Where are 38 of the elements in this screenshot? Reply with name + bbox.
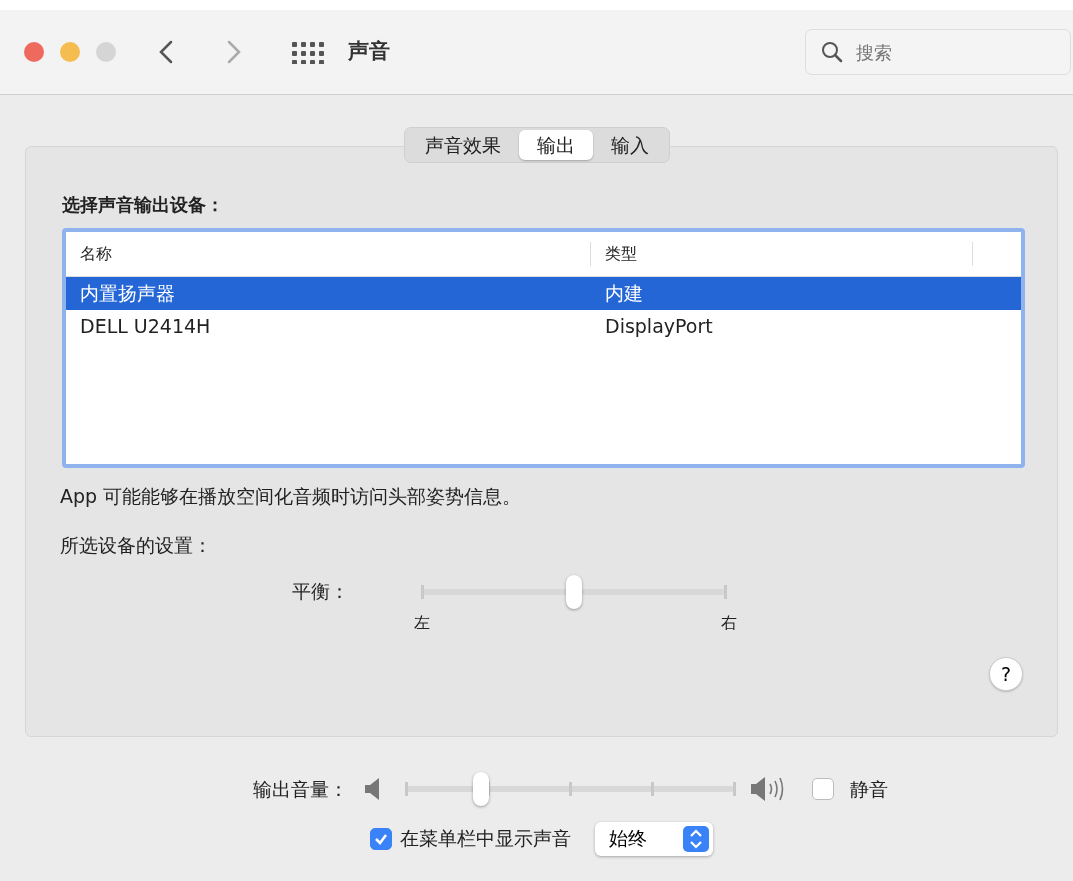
- speaker-icon: [364, 777, 382, 802]
- info-text: App 可能能够在播放空间化音频时访问头部姿势信息。: [60, 484, 523, 509]
- tab[interactable]: 输入: [592, 130, 667, 160]
- table-cell: 内建: [605, 282, 643, 305]
- tick-mark: [569, 782, 572, 797]
- balance-thumb[interactable]: [565, 575, 582, 609]
- tick-mark: [733, 782, 736, 797]
- volume-label: 输出音量：: [253, 777, 348, 802]
- menu-bar-label: 在菜单栏中显示声音: [400, 826, 571, 852]
- table-cell: 内置扬声器: [80, 282, 175, 305]
- minimize-button[interactable]: [60, 42, 80, 62]
- tick-mark: [405, 782, 408, 797]
- tab[interactable]: 输出: [518, 130, 593, 160]
- menu-bar-checkbox[interactable]: [370, 827, 392, 850]
- stepper-icon: [683, 825, 709, 852]
- tick-mark: [651, 782, 654, 797]
- zoom-button[interactable]: [96, 42, 116, 62]
- table-cell: DELL U2414H: [80, 315, 211, 338]
- column-header[interactable]: 名称: [80, 244, 112, 263]
- section-heading: 选择声音输出设备：: [62, 193, 225, 217]
- mute-label: 静音: [850, 777, 888, 802]
- window-title: 声音: [348, 38, 390, 66]
- table-row[interactable]: 内置扬声器 内建: [66, 277, 1021, 310]
- tab[interactable]: 声音效果: [406, 130, 519, 160]
- table-row[interactable]: DELL U2414H DisplayPort: [66, 310, 1021, 343]
- popup-button[interactable]: 始终: [595, 821, 713, 856]
- help-button[interactable]: ?: [989, 657, 1023, 691]
- left-label: 左: [414, 612, 430, 634]
- search-field[interactable]: 搜索: [805, 29, 1071, 75]
- volume-thumb[interactable]: [473, 772, 490, 807]
- right-label: 右: [721, 612, 737, 634]
- grid-icon[interactable]: [292, 40, 324, 64]
- close-button[interactable]: [24, 42, 44, 62]
- search-icon: [821, 41, 843, 63]
- table-cell: DisplayPort: [605, 315, 713, 338]
- settings-heading: 所选设备的设置：: [60, 532, 213, 558]
- mute-checkbox[interactable]: [812, 778, 834, 801]
- column-header[interactable]: 类型: [605, 244, 637, 263]
